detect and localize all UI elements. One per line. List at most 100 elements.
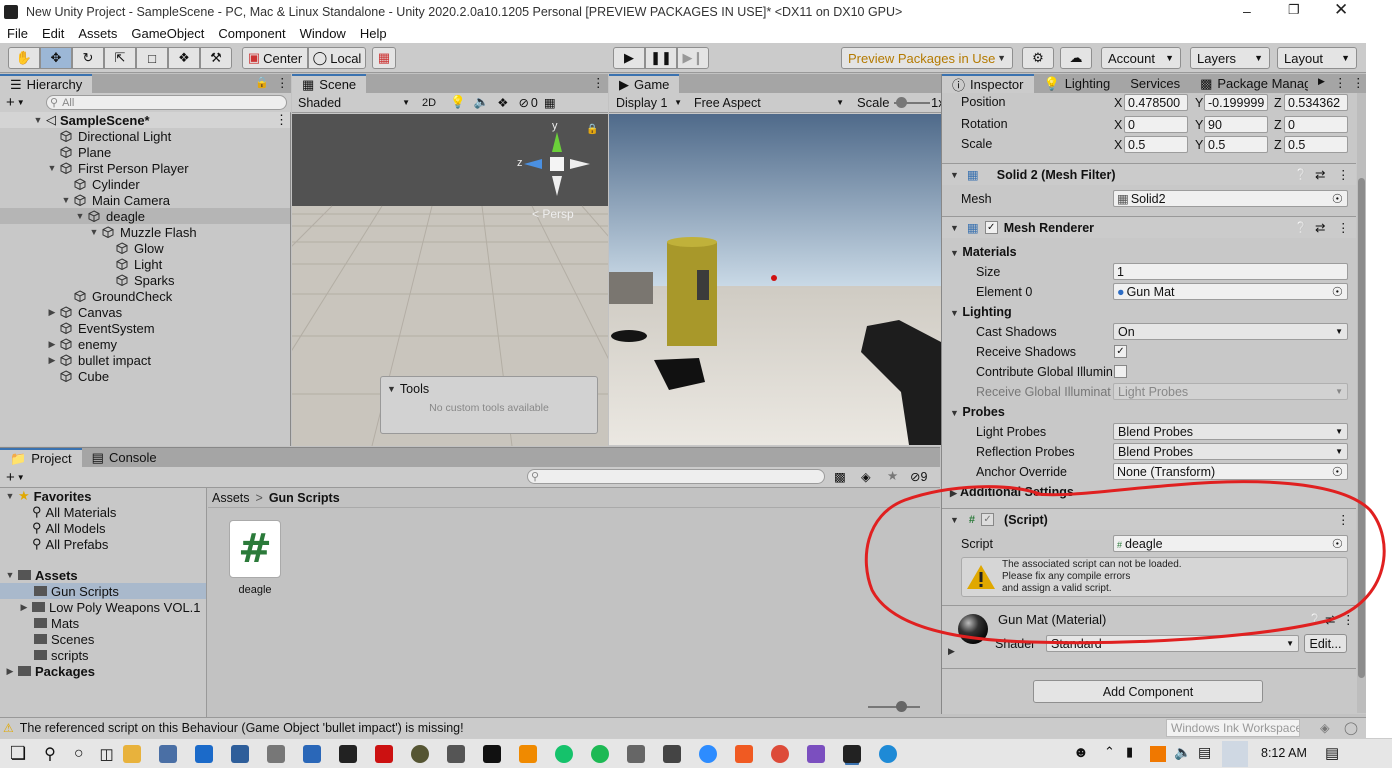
hierarchy-item-ground-check[interactable]: GroundCheck [0,288,290,304]
audio-toggle-icon[interactable]: 🔈 [474,95,490,110]
hierarchy-item-canvas[interactable]: ▶ Canvas [0,304,290,320]
object-picker-icon[interactable]: ☉ [1332,191,1343,206]
help-icon[interactable]: ❔ [1294,168,1308,181]
collapse-arrow-icon[interactable]: ▼ [950,515,959,525]
hidden-packages-icon[interactable]: ⊘9 [910,469,927,484]
pivot-local-button[interactable]: ◯ Local [308,47,366,69]
chevron-down-icon[interactable]: ▼ [17,98,25,107]
enabled-checkbox[interactable]: ✓ [984,221,998,234]
menu-component[interactable]: Component [218,26,285,41]
windows-start-icon[interactable]: ❏ [10,743,26,764]
tab-game[interactable]: ▶ Game [609,74,680,93]
rotate-tool-icon[interactable]: ↻ [72,47,104,69]
collapse-arrow-icon[interactable]: ▼ [950,223,959,233]
hierarchy-item-bullet-impact[interactable]: ▶ bullet impact [0,352,290,368]
tab-hierarchy[interactable]: ☰ Hierarchy [0,74,93,93]
effects-icon[interactable]: ❖ [497,95,508,110]
layers-dropdown[interactable]: Layers ▼ [1190,47,1270,69]
grammarly-icon[interactable] [554,744,573,763]
object-picker-icon[interactable]: ☉ [1332,536,1343,551]
anchor-override-field[interactable]: None (Transform) ☉ [1113,463,1348,480]
light-toggle-icon[interactable]: 💡 [450,95,466,110]
file-explorer-icon[interactable] [122,744,141,763]
rotation-z-field[interactable]: 0 [1284,116,1348,133]
hierarchy-item-plane[interactable]: Plane [0,144,290,160]
scale-y-field[interactable]: 0.5 [1204,136,1268,153]
gizmos-icon[interactable]: ▦ [544,95,556,110]
fav-item-all-materials[interactable]: ⚲ All Materials [32,504,116,520]
shader-dropdown[interactable]: Standard ▼ [1046,635,1299,652]
more-icon[interactable]: ⋮ [1334,75,1347,90]
scene-row[interactable]: ▼ ◁ SampleScene* ⋮ [0,112,290,128]
more-icon[interactable]: ⋮ [1337,167,1350,182]
menu-edit[interactable]: Edit [42,26,64,41]
netflix-icon[interactable] [374,744,393,763]
reflection-probes-dropdown[interactable]: Blend Probes ▼ [1113,443,1348,460]
unity-icon[interactable] [842,744,861,763]
scrollbar-thumb[interactable] [1358,178,1365,678]
light-probes-dropdown[interactable]: Blend Probes ▼ [1113,423,1348,440]
more-icon[interactable]: ⋮ [275,112,288,128]
chevron-down-icon[interactable]: ▼ [17,473,25,482]
more-icon[interactable]: ⋮ [276,75,289,90]
play-icon[interactable]: ▶ [613,47,645,69]
scale-x-field[interactable]: 0.5 [1124,136,1188,153]
photos-icon[interactable] [302,744,321,763]
layout-dropdown[interactable]: Layout ▼ [1277,47,1357,69]
expand-arrow-icon[interactable]: ▼ [46,163,58,173]
hierarchy-item-muzzle-flash[interactable]: ▼ Muzzle Flash [0,224,290,240]
hierarchy-item-cylinder[interactable]: Cylinder [0,176,290,192]
pause-icon[interactable]: ❚❚ [645,47,677,69]
expand-arrow-icon[interactable]: ▶ [46,339,58,350]
status-bar[interactable]: ⚠ The referenced script on this Behaviou… [0,717,1366,738]
preset-icon[interactable]: ⇄ [1315,220,1325,235]
volume-icon[interactable]: 🔈 [1174,744,1191,761]
progress-icon[interactable]: ◯ [1344,720,1358,735]
tab-inspector[interactable]: ⓘ Inspector [942,74,1034,93]
expand-arrow-icon[interactable]: ▶ [948,646,955,657]
folder-scripts[interactable]: scripts [34,647,89,663]
gizmo-lock-icon[interactable]: 🔒 [586,124,598,135]
materials-section[interactable]: ▼ Materials [950,245,1017,259]
object-picker-icon[interactable]: ☉ [1332,464,1343,479]
fav-item-all-prefabs[interactable]: ⚲ All Prefabs [32,536,108,552]
obs-icon[interactable] [410,744,429,763]
search-icon[interactable]: ⚲ [44,744,56,764]
menu-help[interactable]: Help [360,26,387,41]
receive-shadows-checkbox[interactable]: ✓ [1114,345,1127,358]
filter-type-icon[interactable]: ▩ [834,469,846,484]
account-dropdown[interactable]: Account ▼ [1101,47,1181,69]
position-z-field[interactable]: 0.534362 [1284,94,1348,111]
zoom-icon[interactable] [698,744,717,763]
label-icon[interactable]: ◈ [861,469,871,484]
menu-window[interactable]: Window [300,26,346,41]
position-x-field[interactable]: 0.478500 [1124,94,1188,111]
hand-tool-icon[interactable]: ✋ [8,47,40,69]
game-app-icon[interactable] [662,744,681,763]
favorites-row[interactable]: ▼ ★ Favorites [0,488,92,504]
script-header[interactable]: ▼ # ✓ (Script) ⋮ [942,508,1356,530]
expand-arrow-icon[interactable]: ▼ [60,195,72,205]
expand-arrow-icon[interactable]: ▶ [46,355,58,366]
more-icon[interactable]: ⋮ [1337,220,1350,235]
tab-scroll-icon[interactable]: ▶ [1318,76,1325,87]
aspect-dropdown[interactable]: Free Aspect ▼ [690,94,848,111]
vlc-icon[interactable] [518,744,537,763]
folder-low-poly-weapons[interactable]: ▶ Low Poly Weapons VOL.1 [18,599,201,615]
project-search-input[interactable]: ⚲ [527,469,825,484]
hierarchy-item-sparks[interactable]: Sparks [0,272,290,288]
folder-scenes[interactable]: Scenes [34,631,94,647]
close-icon[interactable]: ✕ [1334,0,1348,20]
breadcrumb-root[interactable]: Assets [212,491,250,505]
rect-tool-icon[interactable]: □ [136,47,168,69]
store-icon[interactable] [158,744,177,763]
chrome-icon[interactable] [770,744,789,763]
scale-tool-icon[interactable]: ⇱ [104,47,136,69]
more-icon[interactable]: ⋮ [1342,612,1355,627]
rotation-y-field[interactable]: 90 [1204,116,1268,133]
preview-packages-button[interactable]: Preview Packages in Use ▼ [841,47,1013,69]
hierarchy-item-main-camera[interactable]: ▼ Main Camera [0,192,290,208]
settings-gear-icon[interactable]: ⚙ [1022,47,1054,69]
expand-arrow-icon[interactable]: ▼ [74,211,86,221]
scale-z-field[interactable]: 0.5 [1284,136,1348,153]
